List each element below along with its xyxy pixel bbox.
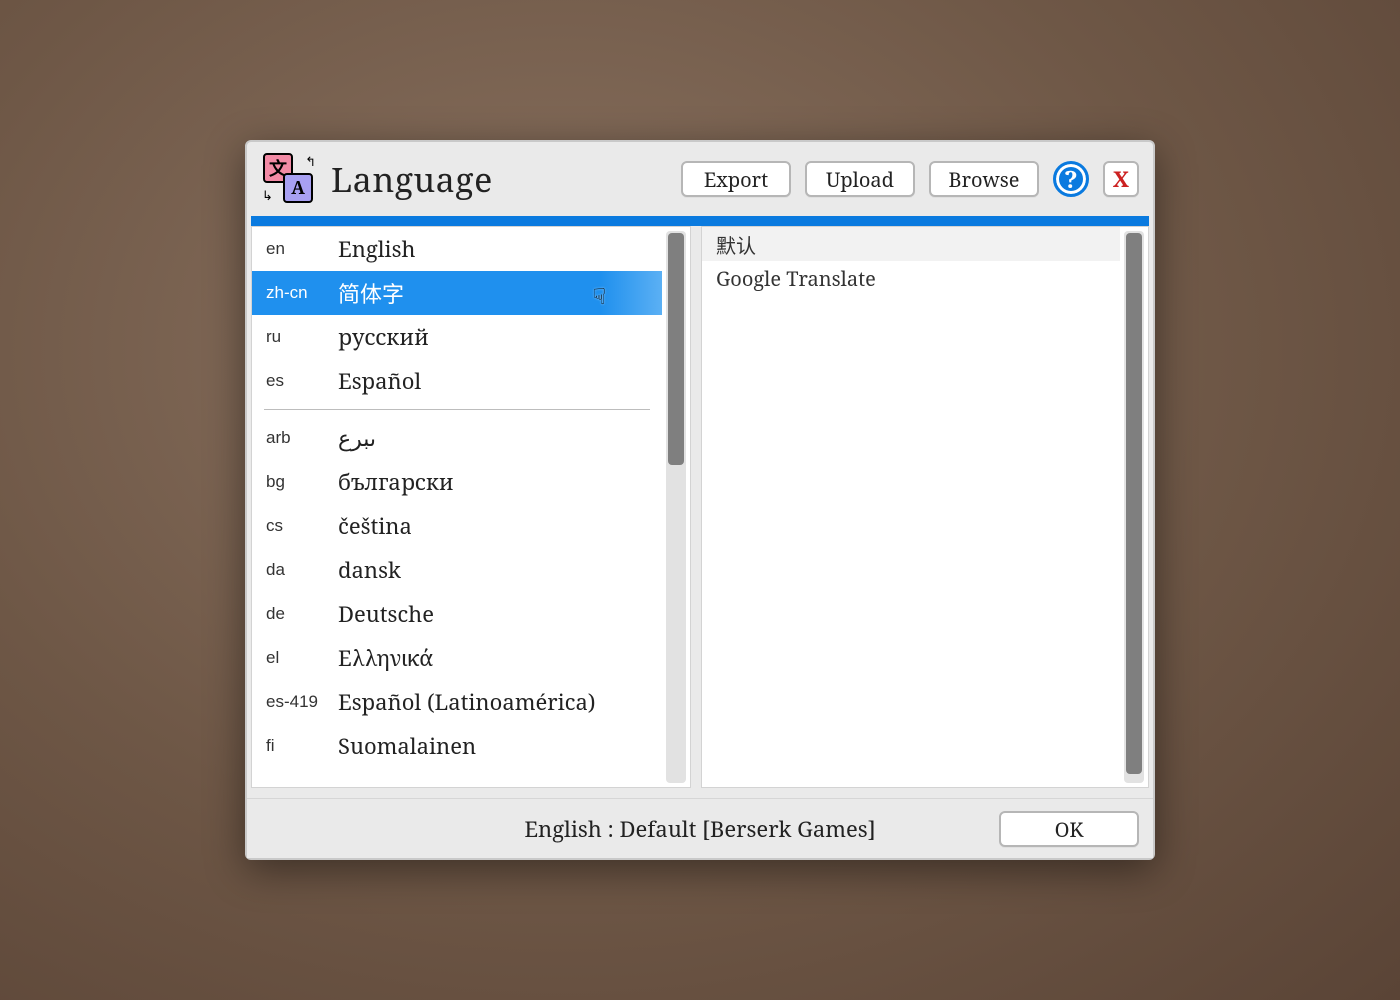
titlebar: 文 A ↰ ↳ Language Export Upload Browse ? … bbox=[247, 142, 1153, 216]
language-name: русский bbox=[338, 322, 429, 352]
language-name: 简体字 bbox=[338, 277, 404, 309]
translation-source-label: Google Translate bbox=[716, 265, 876, 292]
upload-button[interactable]: Upload bbox=[805, 161, 915, 197]
window-title: Language bbox=[331, 156, 493, 202]
language-code: arb bbox=[266, 428, 336, 448]
ok-button[interactable]: OK bbox=[999, 811, 1139, 847]
list-divider bbox=[264, 409, 650, 410]
language-row[interactable]: esEspañol bbox=[252, 359, 662, 403]
language-row[interactable]: es-419Español (Latinoamérica) bbox=[252, 680, 662, 724]
language-code: zh-cn bbox=[266, 283, 336, 303]
scrollbar-thumb[interactable] bbox=[1126, 233, 1142, 774]
accent-bar bbox=[251, 216, 1149, 226]
arrow-icon: ↰ bbox=[305, 154, 316, 170]
translation-source-list: 默认 Google Translate bbox=[702, 227, 1148, 787]
translation-source-item[interactable]: Google Translate bbox=[702, 261, 1120, 295]
language-row[interactable]: dadansk bbox=[252, 548, 662, 592]
export-button[interactable]: Export bbox=[681, 161, 791, 197]
language-code: cs bbox=[266, 516, 336, 536]
language-row[interactable]: enEnglish bbox=[252, 227, 662, 271]
pointer-cursor-icon: ☟ bbox=[593, 281, 606, 311]
language-code: es bbox=[266, 371, 336, 391]
footer: English : Default [Berserk Games] OK bbox=[247, 798, 1153, 858]
language-row[interactable]: bgбългарски bbox=[252, 460, 662, 504]
language-code: el bbox=[266, 648, 336, 668]
language-code: es-419 bbox=[266, 692, 336, 712]
language-row[interactable]: deDeutsche bbox=[252, 592, 662, 636]
language-name: Español bbox=[338, 366, 421, 396]
browse-button[interactable]: Browse bbox=[929, 161, 1039, 197]
language-name: български bbox=[338, 467, 454, 497]
arrow-icon: ↳ bbox=[262, 188, 273, 204]
current-selection-status: English : Default [Berserk Games] bbox=[524, 814, 875, 844]
close-button[interactable]: X bbox=[1103, 161, 1139, 197]
language-name: ىبرع bbox=[338, 423, 376, 453]
language-name: Español (Latinoamérica) bbox=[338, 687, 596, 717]
language-row[interactable]: elΕλληνικά bbox=[252, 636, 662, 680]
language-name: dansk bbox=[338, 555, 401, 585]
language-code: de bbox=[266, 604, 336, 624]
scrollbar[interactable] bbox=[1124, 231, 1144, 783]
language-name: English bbox=[338, 234, 415, 264]
translation-source-label: 默认 bbox=[716, 230, 756, 259]
translation-source-pane: 默认 Google Translate bbox=[701, 226, 1149, 788]
scrollbar-thumb[interactable] bbox=[668, 233, 684, 465]
translation-source-item[interactable]: 默认 bbox=[702, 227, 1120, 261]
language-row[interactable]: csčeština bbox=[252, 504, 662, 548]
language-name: Ελληνικά bbox=[338, 643, 433, 673]
translate-icon-tile-target: A bbox=[283, 173, 313, 203]
language-row[interactable]: arbىبرع bbox=[252, 416, 662, 460]
dialog-body: enEnglishzh-cn简体字☟ruрусскийesEspañolarbى… bbox=[247, 226, 1153, 798]
help-button[interactable]: ? bbox=[1053, 161, 1089, 197]
language-settings-window: 文 A ↰ ↳ Language Export Upload Browse ? … bbox=[245, 140, 1155, 860]
language-code: en bbox=[266, 239, 336, 259]
language-name: čeština bbox=[338, 511, 412, 541]
language-row[interactable]: fiSuomalainen bbox=[252, 724, 662, 768]
language-list: enEnglishzh-cn简体字☟ruрусскийesEspañolarbى… bbox=[252, 227, 690, 787]
language-code: fi bbox=[266, 736, 336, 756]
language-row[interactable]: zh-cn简体字 ☟ bbox=[252, 271, 662, 315]
translate-icon: 文 A ↰ ↳ bbox=[261, 151, 317, 207]
language-name: Suomalainen bbox=[338, 731, 476, 761]
language-row[interactable]: ruрусский bbox=[252, 315, 662, 359]
language-name: Deutsche bbox=[338, 599, 434, 629]
language-list-pane: enEnglishzh-cn简体字☟ruрусскийesEspañolarbى… bbox=[251, 226, 691, 788]
scrollbar[interactable] bbox=[666, 231, 686, 783]
language-code: ru bbox=[266, 327, 336, 347]
language-code: da bbox=[266, 560, 336, 580]
language-code: bg bbox=[266, 472, 336, 492]
